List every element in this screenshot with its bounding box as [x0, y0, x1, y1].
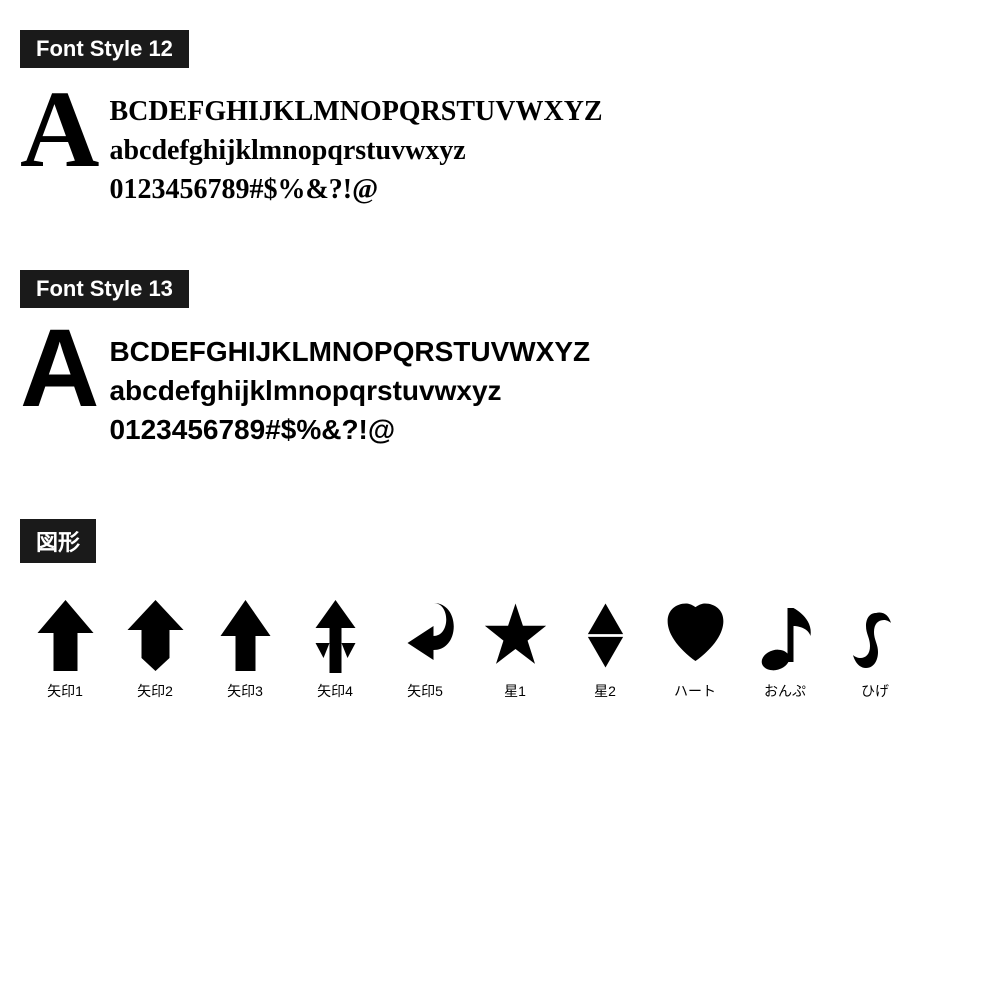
onpu-icon	[753, 595, 818, 675]
yajirushi1-label: 矢印1	[47, 681, 83, 701]
font-13-display: A BCDEFGHIJKLMNOPQRSTUVWXYZ abcdefghijkl…	[20, 324, 980, 450]
font-12-line3: 0123456789#$%&?!@	[109, 170, 602, 209]
font-12-chars: BCDEFGHIJKLMNOPQRSTUVWXYZ abcdefghijklmn…	[109, 84, 602, 210]
font-12-line1: BCDEFGHIJKLMNOPQRSTUVWXYZ	[109, 92, 602, 131]
hige-icon	[843, 595, 908, 675]
shape-item-hoshi1: 星1	[470, 595, 560, 701]
shape-item-yajirushi4: 矢印4	[290, 595, 380, 701]
shape-item-onpu: おんぷ	[740, 595, 830, 701]
shape-item-heart: ハート	[650, 595, 740, 701]
shape-item-yajirushi3: 矢印3	[200, 595, 290, 701]
shape-item-yajirushi2: 矢印2	[110, 595, 200, 701]
yajirushi1-icon	[33, 595, 98, 675]
yajirushi3-label: 矢印3	[227, 681, 263, 701]
font-style-13-label: Font Style 13	[20, 270, 980, 324]
page-container: Font Style 12 A BCDEFGHIJKLMNOPQRSTUVWXY…	[0, 0, 1000, 741]
shape-item-hige: ひげ	[830, 595, 920, 701]
font-12-display: A BCDEFGHIJKLMNOPQRSTUVWXYZ abcdefghijkl…	[20, 84, 980, 210]
font-12-big-letter: A	[20, 74, 99, 184]
yajirushi2-label: 矢印2	[137, 681, 173, 701]
shape-item-yajirushi1: 矢印1	[20, 595, 110, 701]
font-style-13-section: Font Style 13 A BCDEFGHIJKLMNOPQRSTUVWXY…	[10, 260, 990, 460]
yajirushi4-icon	[303, 595, 368, 675]
shapes-label: 図形	[20, 519, 980, 579]
shapes-grid: 矢印1 矢印2 矢印3	[20, 595, 980, 711]
shape-item-hoshi2: 星2	[560, 595, 650, 701]
yajirushi5-label: 矢印5	[407, 681, 443, 701]
hoshi1-label: 星1	[504, 681, 526, 701]
hoshi1-icon	[483, 595, 548, 675]
font-12-line2: abcdefghijklmnopqrstuvwxyz	[109, 131, 602, 170]
font-13-chars: BCDEFGHIJKLMNOPQRSTUVWXYZ abcdefghijklmn…	[109, 324, 590, 450]
yajirushi3-icon	[213, 595, 278, 675]
onpu-label: おんぷ	[764, 681, 806, 701]
font-13-line2: abcdefghijklmnopqrstuvwxyz	[109, 371, 590, 410]
shapes-section: 図形 矢印1 矢印2	[10, 509, 990, 721]
yajirushi5-icon	[393, 595, 458, 675]
yajirushi2-icon	[123, 595, 188, 675]
heart-label: ハート	[674, 681, 716, 701]
yajirushi4-label: 矢印4	[317, 681, 353, 701]
hoshi2-label: 星2	[594, 681, 616, 701]
font-13-line3: 0123456789#$%&?!@	[109, 410, 590, 449]
shape-item-yajirushi5: 矢印5	[380, 595, 470, 701]
font-style-12-label: Font Style 12	[20, 30, 980, 84]
font-13-line1: BCDEFGHIJKLMNOPQRSTUVWXYZ	[109, 332, 590, 371]
hige-label: ひげ	[861, 681, 889, 701]
font-13-big-letter: A	[20, 314, 99, 424]
font-style-12-section: Font Style 12 A BCDEFGHIJKLMNOPQRSTUVWXY…	[10, 20, 990, 220]
hoshi2-icon	[573, 595, 638, 675]
heart-icon	[663, 595, 728, 675]
